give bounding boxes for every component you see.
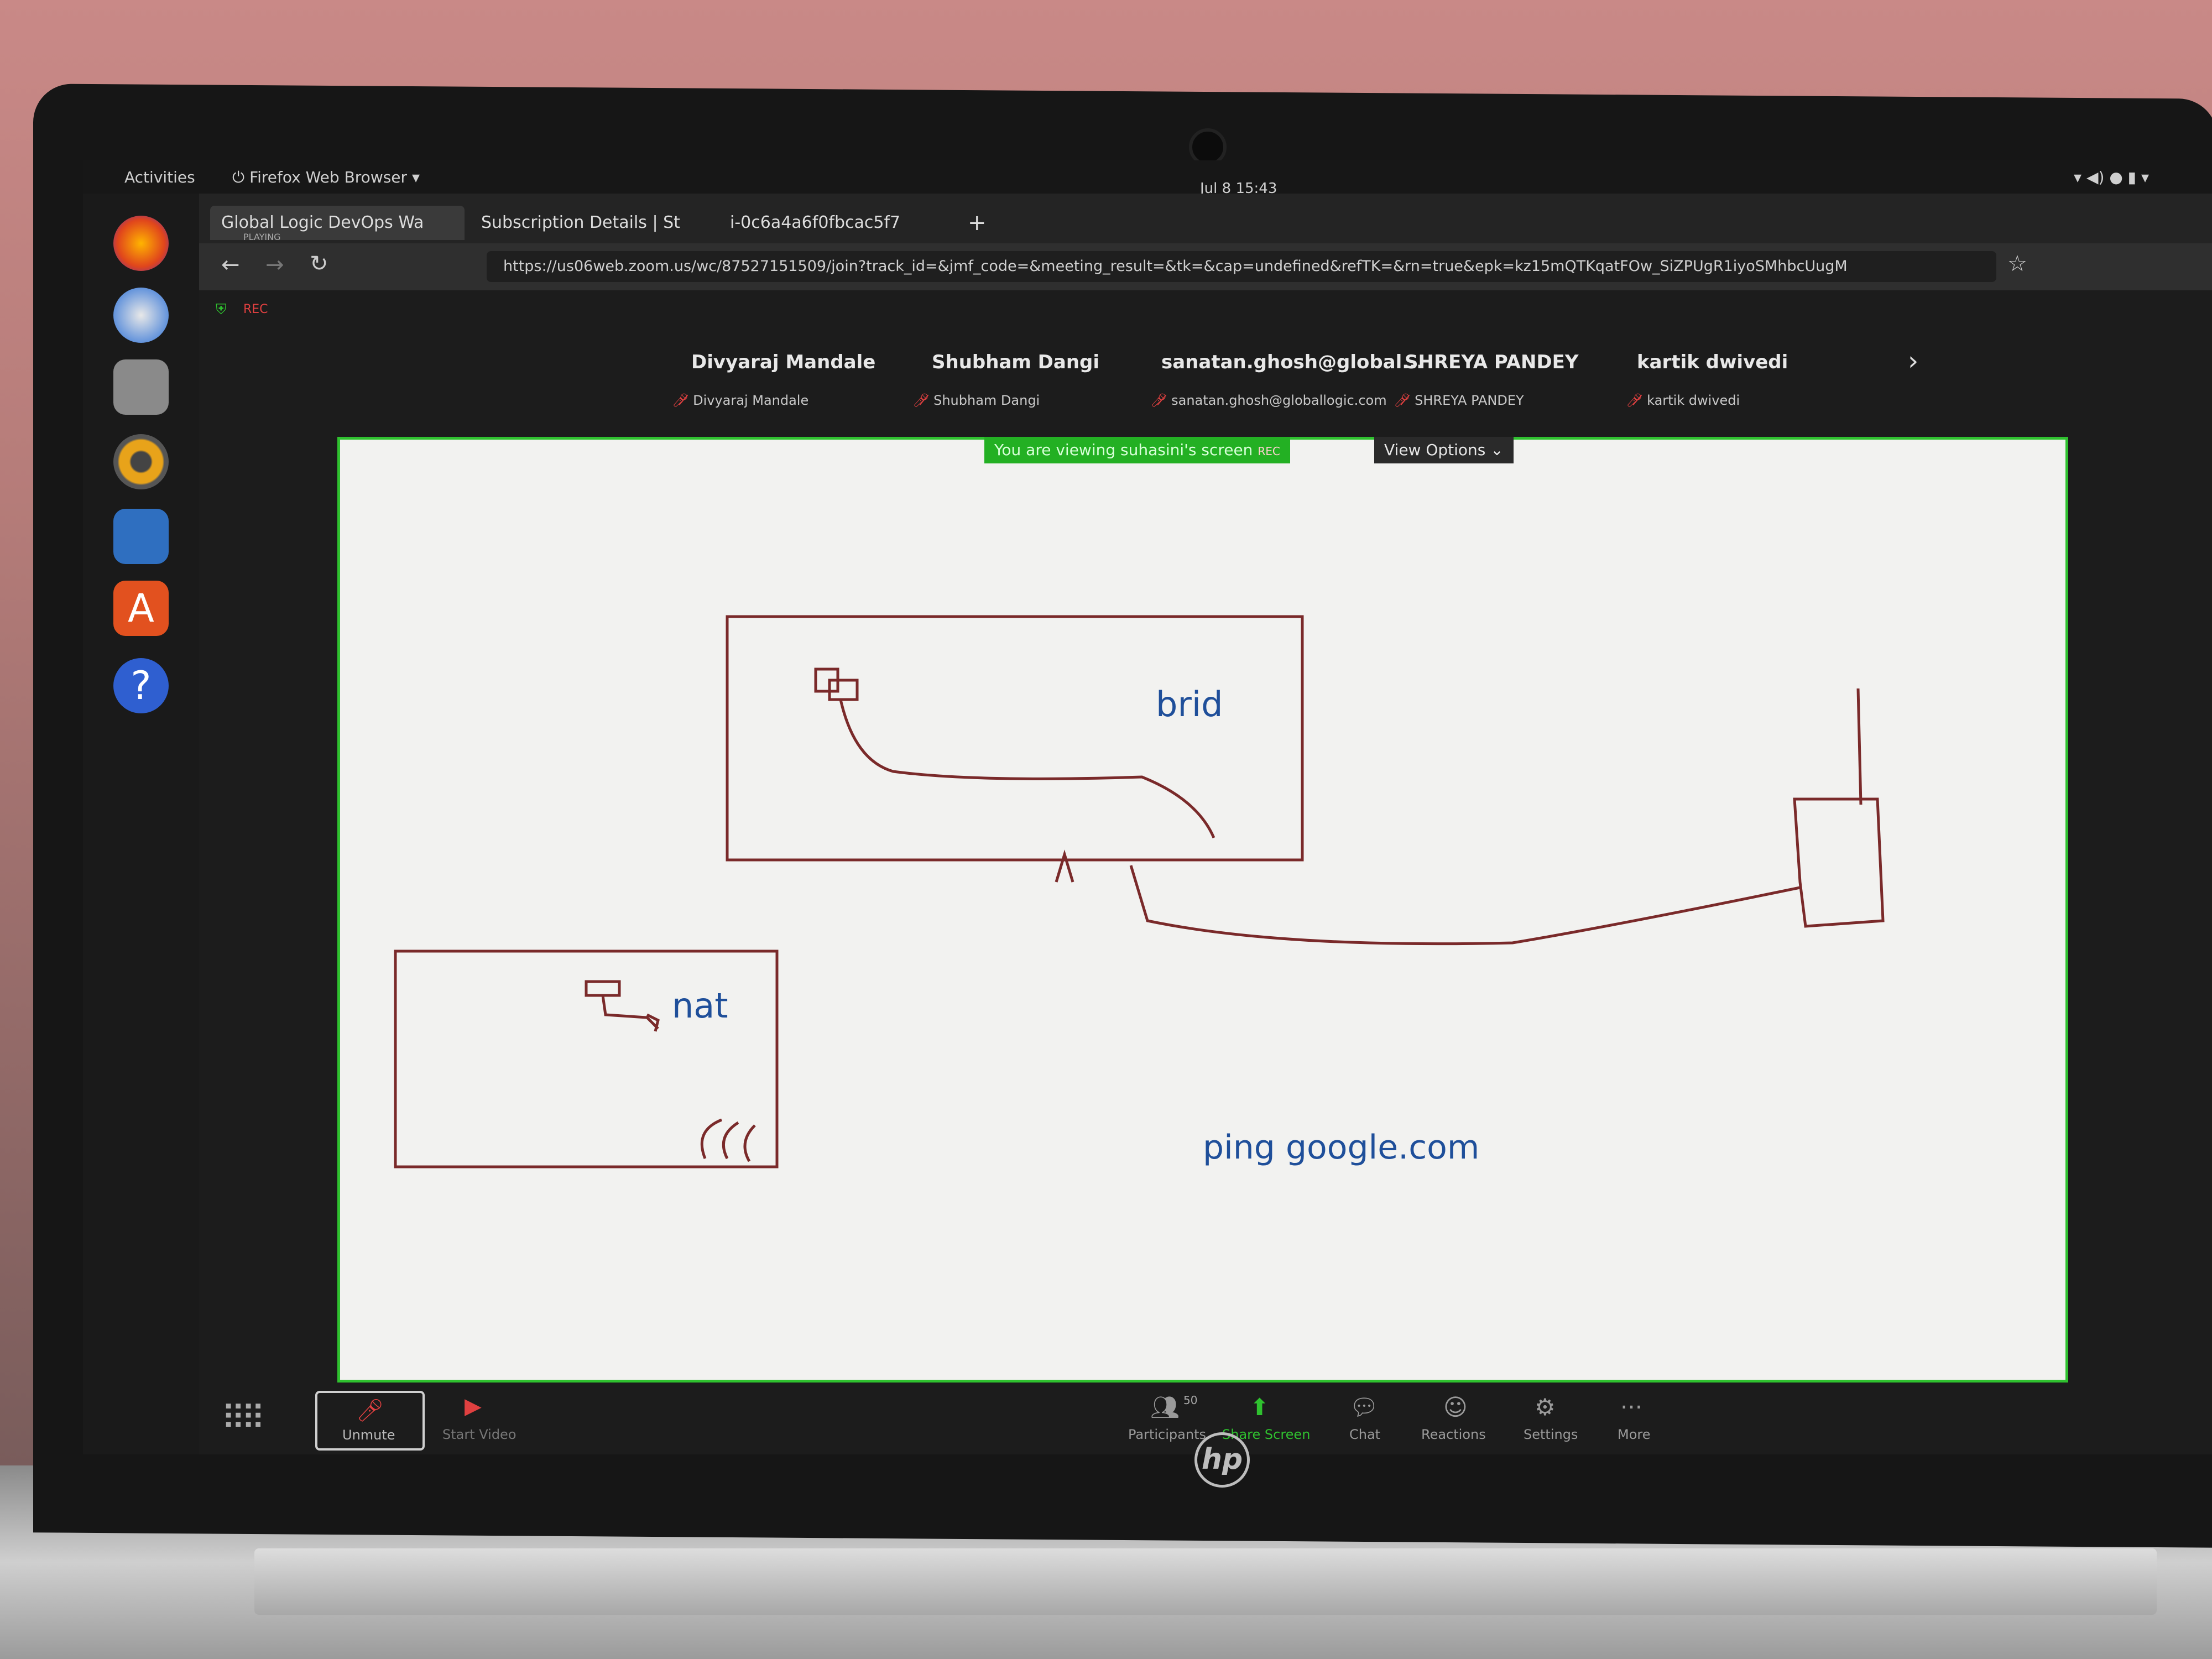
participant-name-0[interactable]: Divyaraj Mandale	[691, 351, 875, 373]
participant-label-text: sanatan.ghosh@globallogic.com	[1171, 393, 1387, 408]
participant-name-1[interactable]: Shubham Dangi	[932, 351, 1099, 373]
software-dock-icon[interactable]: A	[113, 581, 169, 636]
view-options-button[interactable]: View Options ⌄	[1374, 437, 1514, 463]
tab-label: Subscription Details | St	[481, 213, 680, 232]
hp-logo: hp	[1194, 1432, 1250, 1488]
participants-icon: 👥︎	[1150, 1394, 1180, 1421]
system-tray-icons[interactable]: ▾ ◀) ● ▮ ▾	[2074, 168, 2149, 186]
muted-mic-icon: 🎤︎̸	[1150, 393, 1172, 408]
participant-label-4: 🎤︎̸ kartik dwivedi	[1626, 393, 1740, 408]
muted-mic-icon: 🎤︎̸	[912, 393, 934, 408]
participant-label-1: 🎤︎̸ Shubham Dangi	[912, 393, 1040, 408]
label-ping: ping google.com	[1203, 1128, 1479, 1167]
app-menu-label: Firefox Web Browser	[249, 168, 408, 186]
muted-mic-icon: 🎤︎	[356, 1398, 384, 1423]
tab-strip: Global Logic DevOps Wa PLAYING Subscript…	[199, 194, 2212, 243]
viewing-banner: You are viewing suhasini's screen REC	[984, 437, 1290, 463]
share-screen-icon: ⬆	[1250, 1394, 1270, 1421]
whiteboard-drawing: brid nat ping google.com	[394, 615, 1885, 1168]
laptop-hinge	[254, 1548, 2157, 1615]
rhythmbox-dock-icon[interactable]	[113, 434, 169, 489]
help-dock-icon[interactable]: ?	[113, 658, 169, 713]
uplink-cable	[1129, 865, 1801, 946]
start-video-label: Start Video	[442, 1427, 517, 1442]
next-participants-arrow-icon[interactable]: ›	[1908, 346, 1918, 377]
muted-mic-icon: 🎤︎̸	[1394, 393, 1415, 408]
app-menu[interactable]: ⏻ Firefox Web Browser ▾	[232, 168, 420, 187]
more-icon: ···	[1620, 1394, 1643, 1421]
label-nat: nat	[672, 985, 728, 1026]
participant-name-3[interactable]: SHREYA PANDEY	[1405, 351, 1579, 373]
grid-menu-icon[interactable]: ⠿⠿	[221, 1399, 265, 1438]
tab-global-logic[interactable]: Global Logic DevOps Wa PLAYING	[210, 206, 465, 240]
bookmark-star-icon[interactable]: ☆	[2007, 251, 2027, 276]
zoom-meeting: ⛨ REC Divyaraj Mandale Shubham Dangi san…	[199, 290, 2212, 1454]
more-button[interactable]: ··· More	[1606, 1391, 1662, 1452]
participant-label-text: SHREYA PANDEY	[1415, 393, 1524, 408]
router-antenna	[1856, 688, 1863, 805]
more-label: More	[1618, 1427, 1651, 1442]
view-options-label: View Options	[1384, 441, 1486, 459]
activities-button[interactable]: Activities	[124, 168, 195, 186]
reactions-icon: ☺	[1443, 1394, 1468, 1421]
tab-subscription[interactable]: Subscription Details | St	[470, 206, 713, 240]
chat-label: Chat	[1349, 1427, 1381, 1442]
participant-label-2: 🎤︎̸ sanatan.ghosh@globallogic.com	[1150, 393, 1387, 408]
navigation-bar: ← → ↻ https://us06web.zoom.us/wc/8752715…	[199, 243, 2212, 290]
participant-label-text: kartik dwivedi	[1647, 393, 1740, 408]
settings-button[interactable]: ⚙ Settings	[1518, 1391, 1584, 1452]
thunderbird-dock-icon[interactable]	[113, 288, 169, 343]
brid-box	[726, 615, 1304, 862]
new-tab-button[interactable]: +	[957, 206, 1001, 240]
participant-label-text: Divyaraj Mandale	[693, 393, 809, 408]
muted-mic-icon: 🎤︎̸	[1626, 393, 1647, 408]
reactions-button[interactable]: ☺ Reactions	[1421, 1391, 1499, 1452]
files-dock-icon[interactable]	[113, 359, 169, 415]
tab-playing-label: PLAYING	[243, 232, 281, 240]
router-shape	[1793, 797, 1885, 928]
unmute-label: Unmute	[342, 1427, 395, 1443]
video-off-icon: ▶	[465, 1394, 482, 1419]
wifi-arcs	[700, 1118, 756, 1162]
chat-icon: 💬︎	[1349, 1394, 1379, 1421]
forward-icon[interactable]: →	[265, 252, 284, 278]
firefox-icon: ⏻	[232, 168, 250, 186]
tab-label: i-0c6a4a6f0fbcac5f7	[730, 213, 901, 232]
writer-dock-icon[interactable]	[113, 509, 169, 564]
nat-port-icon	[585, 980, 621, 997]
participants-label: Participants	[1128, 1427, 1206, 1442]
system-topbar: Activities ⏻ Firefox Web Browser ▾ Jul 8…	[83, 160, 2212, 197]
tab-instance[interactable]: i-0c6a4a6f0fbcac5f7	[719, 206, 951, 240]
reload-icon[interactable]: ↻	[310, 251, 328, 276]
back-icon[interactable]: ←	[221, 252, 240, 278]
banner-rec-label: REC	[1258, 445, 1280, 458]
unmute-button[interactable]: 🎤︎ Unmute	[315, 1391, 425, 1451]
participants-count: 50	[1183, 1394, 1198, 1407]
participant-name-4[interactable]: kartik dwivedi	[1637, 351, 1788, 373]
url-input[interactable]: https://us06web.zoom.us/wc/87527151509/j…	[487, 251, 1996, 282]
settings-label: Settings	[1524, 1427, 1578, 1442]
viewing-banner-text: You are viewing suhasini's screen	[994, 441, 1253, 459]
reactions-label: Reactions	[1421, 1427, 1486, 1442]
shared-screen: You are viewing suhasini's screen REC Vi…	[337, 437, 2068, 1383]
start-video-button[interactable]: ▶ Start Video	[431, 1391, 531, 1446]
muted-mic-icon: 🎤︎̸	[672, 393, 693, 408]
participant-label-3: 🎤︎̸ SHREYA PANDEY	[1394, 393, 1524, 408]
dock: A ?	[83, 194, 199, 1454]
nat-cable	[601, 995, 660, 1032]
firefox-dock-icon[interactable]	[113, 216, 169, 271]
gear-icon: ⚙	[1535, 1394, 1556, 1421]
security-shield-icon: ⛨	[216, 301, 227, 318]
participant-name-2[interactable]: sanatan.ghosh@global...	[1161, 351, 1423, 373]
participant-label-0: 🎤︎̸ Divyaraj Mandale	[672, 393, 808, 408]
chat-button[interactable]: 💬︎ Chat	[1338, 1391, 1399, 1452]
laptop-screen: Activities ⏻ Firefox Web Browser ▾ Jul 8…	[83, 160, 2212, 1454]
participant-label-text: Shubham Dangi	[933, 393, 1040, 408]
recording-indicator: REC	[243, 302, 268, 316]
label-brid: brid	[1156, 684, 1223, 724]
participants-button[interactable]: 👥︎ 50 Participants	[1128, 1391, 1211, 1452]
